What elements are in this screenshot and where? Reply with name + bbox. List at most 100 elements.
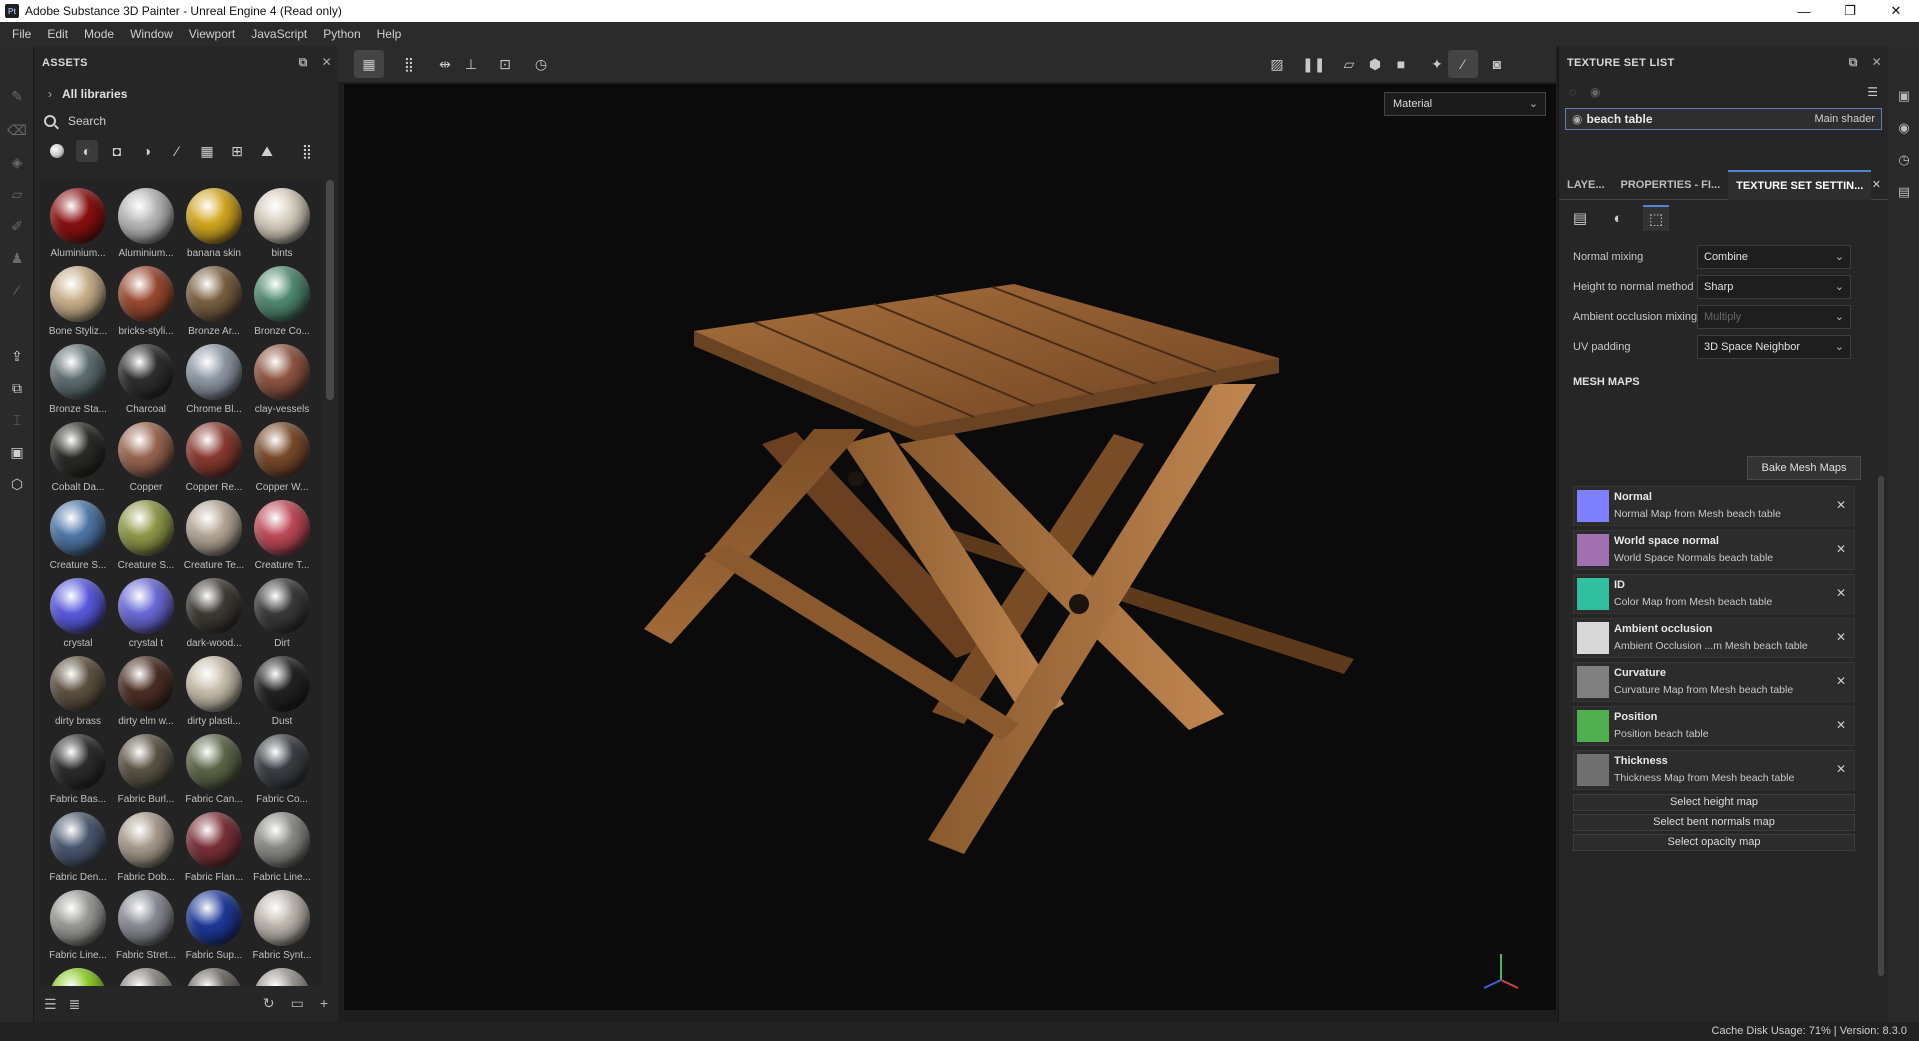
asset-tile[interactable]: Copper W... [248, 418, 316, 496]
uv-grid-icon[interactable]: ▦ [354, 50, 384, 78]
mesh-map-row[interactable]: ID Color Map from Mesh beach table ✕ [1573, 574, 1855, 614]
menu-python[interactable]: Python [315, 22, 368, 46]
search-input[interactable]: Search [68, 114, 106, 128]
generators-filter-icon[interactable]: ◑ [136, 140, 158, 162]
mesh-map-row[interactable]: Thickness Thickness Map from Mesh beach t… [1573, 750, 1855, 790]
asset-tile[interactable]: Creature T... [248, 496, 316, 574]
pause-icon[interactable]: ❚❚ [1302, 54, 1325, 74]
asset-tile[interactable]: Fabric Den... [44, 808, 112, 886]
alphas-filter-icon[interactable]: ▦ [196, 140, 218, 162]
asset-tile[interactable]: Fabric Stret... [112, 886, 180, 964]
asset-tile[interactable]: bricks-styli... [112, 262, 180, 340]
remove-map-icon[interactable]: ✕ [1836, 542, 1846, 556]
menu-help[interactable]: Help [369, 22, 410, 46]
asset-tile[interactable]: Chrome Bl... [180, 340, 248, 418]
paint-brush-tool-icon[interactable]: ✎ [7, 86, 27, 106]
asset-tile[interactable]: dark-wood... [180, 574, 248, 652]
asset-tile[interactable]: Dirt [248, 574, 316, 652]
assets-search[interactable]: Search [34, 108, 338, 134]
remove-map-icon[interactable]: ✕ [1836, 718, 1846, 732]
asset-tile[interactable]: Fabric Burl... [112, 730, 180, 808]
asset-tile[interactable]: dirty elm w... [112, 652, 180, 730]
normal-mixing-dropdown[interactable]: Combine ⌄ [1697, 245, 1851, 269]
asset-tile[interactable]: crystal t [112, 574, 180, 652]
screenshot-icon[interactable]: ◙ [1486, 54, 1508, 74]
hamburger-menu-icon[interactable]: ☰ [1867, 85, 1878, 99]
asset-tile[interactable]: Creature S... [112, 496, 180, 574]
asset-tile[interactable]: banana skin [180, 184, 248, 262]
3d-view-icon[interactable]: ⬢ [1364, 54, 1386, 74]
height-to-normal-dropdown[interactable]: Sharp ⌄ [1697, 275, 1851, 299]
remove-map-icon[interactable]: ✕ [1836, 674, 1846, 688]
asset-tile[interactable]: bints [248, 184, 316, 262]
minimize-button[interactable]: — [1781, 0, 1827, 22]
close-panel-icon[interactable]: ✕ [322, 55, 332, 70]
eye-icon[interactable]: ◉ [1590, 85, 1600, 99]
camera-icon[interactable]: ■ [1390, 54, 1412, 74]
undock-icon[interactable]: ⧉ [1849, 55, 1858, 70]
menu-viewport[interactable]: Viewport [181, 22, 243, 46]
polygon-fill-tool-icon[interactable]: ▱ [7, 184, 27, 204]
textures-filter-icon[interactable]: ◘ [106, 140, 128, 162]
smart-materials-filter-icon[interactable]: ◐ [76, 140, 98, 162]
library-selector[interactable]: › All libraries [34, 80, 338, 108]
maximize-button[interactable]: ❐ [1827, 0, 1873, 22]
add-icon[interactable]: + [320, 995, 328, 1012]
shader-icon[interactable]: ◐ [1605, 205, 1631, 231]
asset-tile[interactable]: Bone Styliz... [44, 262, 112, 340]
select-map-button[interactable]: Select opacity map [1573, 834, 1855, 851]
remove-map-icon[interactable]: ✕ [1836, 586, 1846, 600]
asset-tile[interactable]: Fabric Line... [248, 808, 316, 886]
asset-tile[interactable]: Bronze Ar... [180, 262, 248, 340]
asset-tile[interactable]: dirty brass [44, 652, 112, 730]
menu-mode[interactable]: Mode [76, 22, 122, 46]
asset-tile[interactable]: Fabric Flan... [180, 808, 248, 886]
asset-tile[interactable]: Fabric Synt... [248, 886, 316, 964]
asset-tile[interactable]: Charcoal [112, 340, 180, 418]
select-map-button[interactable]: Select height map [1573, 794, 1855, 811]
symmetry-icon[interactable]: ⇹ [434, 54, 456, 74]
export-icon[interactable]: ⇪ [7, 346, 27, 366]
asset-tile[interactable]: Copper [112, 418, 180, 496]
asset-tile[interactable] [44, 964, 112, 986]
uv-padding-dropdown[interactable]: 3D Space Neighbor ⌄ [1697, 335, 1851, 359]
channels-icon[interactable]: ▤ [1567, 205, 1593, 231]
paint-mode-icon[interactable]: ⁄ [1448, 50, 1478, 78]
select-map-button[interactable]: Select bent normals map [1573, 814, 1855, 831]
asset-tile[interactable]: Bronze Co... [248, 262, 316, 340]
mesh-map-row[interactable]: Position Position beach table ✕ [1573, 706, 1855, 746]
asset-tile[interactable]: Creature S... [44, 496, 112, 574]
refresh-icon[interactable]: ↻ [263, 995, 275, 1012]
remove-map-icon[interactable]: ✕ [1836, 630, 1846, 644]
sort-icon[interactable]: ☰ [44, 996, 57, 1013]
undock-icon[interactable]: ⧉ [299, 55, 308, 70]
asset-tile[interactable]: Bronze Sta... [44, 340, 112, 418]
2d-view-icon[interactable]: ▱ [1338, 54, 1360, 74]
mesh-map-row[interactable]: Normal Normal Map from Mesh beach table ✕ [1573, 486, 1855, 526]
comments-icon[interactable]: ▣ [1894, 86, 1914, 106]
menu-edit[interactable]: Edit [39, 22, 76, 46]
shader-name[interactable]: Main shader [1814, 113, 1875, 125]
mesh-map-row[interactable]: World space normal World Space Normals be… [1573, 530, 1855, 570]
filter-list-icon[interactable]: ≣ [69, 996, 81, 1013]
asset-tile[interactable]: Cobalt Da... [44, 418, 112, 496]
lighting-icon[interactable]: ✦ [1426, 54, 1448, 74]
tab-layers[interactable]: LAYE... [1559, 170, 1613, 200]
eraser-tool-icon[interactable]: ⌫ [7, 120, 27, 140]
asset-tile[interactable] [112, 964, 180, 986]
assets-scrollbar[interactable] [326, 180, 334, 400]
close-tab-icon[interactable]: ✕ [1872, 178, 1881, 191]
asset-tile[interactable]: Aluminium... [44, 184, 112, 262]
asset-tile[interactable]: Creature Te... [180, 496, 248, 574]
asset-tile[interactable]: Copper Re... [180, 418, 248, 496]
mesh-maps-icon[interactable]: ⬚ [1643, 205, 1669, 231]
asset-tile[interactable]: crystal [44, 574, 112, 652]
mesh-map-row[interactable]: Ambient occlusion Ambient Occlusion ...m … [1573, 618, 1855, 658]
history-icon[interactable]: ◷ [1894, 150, 1914, 170]
asset-tile[interactable]: Fabric Bas... [44, 730, 112, 808]
clone-tool-icon[interactable]: ♟ [7, 248, 27, 268]
asset-tile[interactable] [248, 964, 316, 986]
asset-tile[interactable]: clay-vessels [248, 340, 316, 418]
asset-tile[interactable]: Fabric Line... [44, 886, 112, 964]
visibility-off-icon[interactable]: ▨ [1266, 54, 1288, 74]
